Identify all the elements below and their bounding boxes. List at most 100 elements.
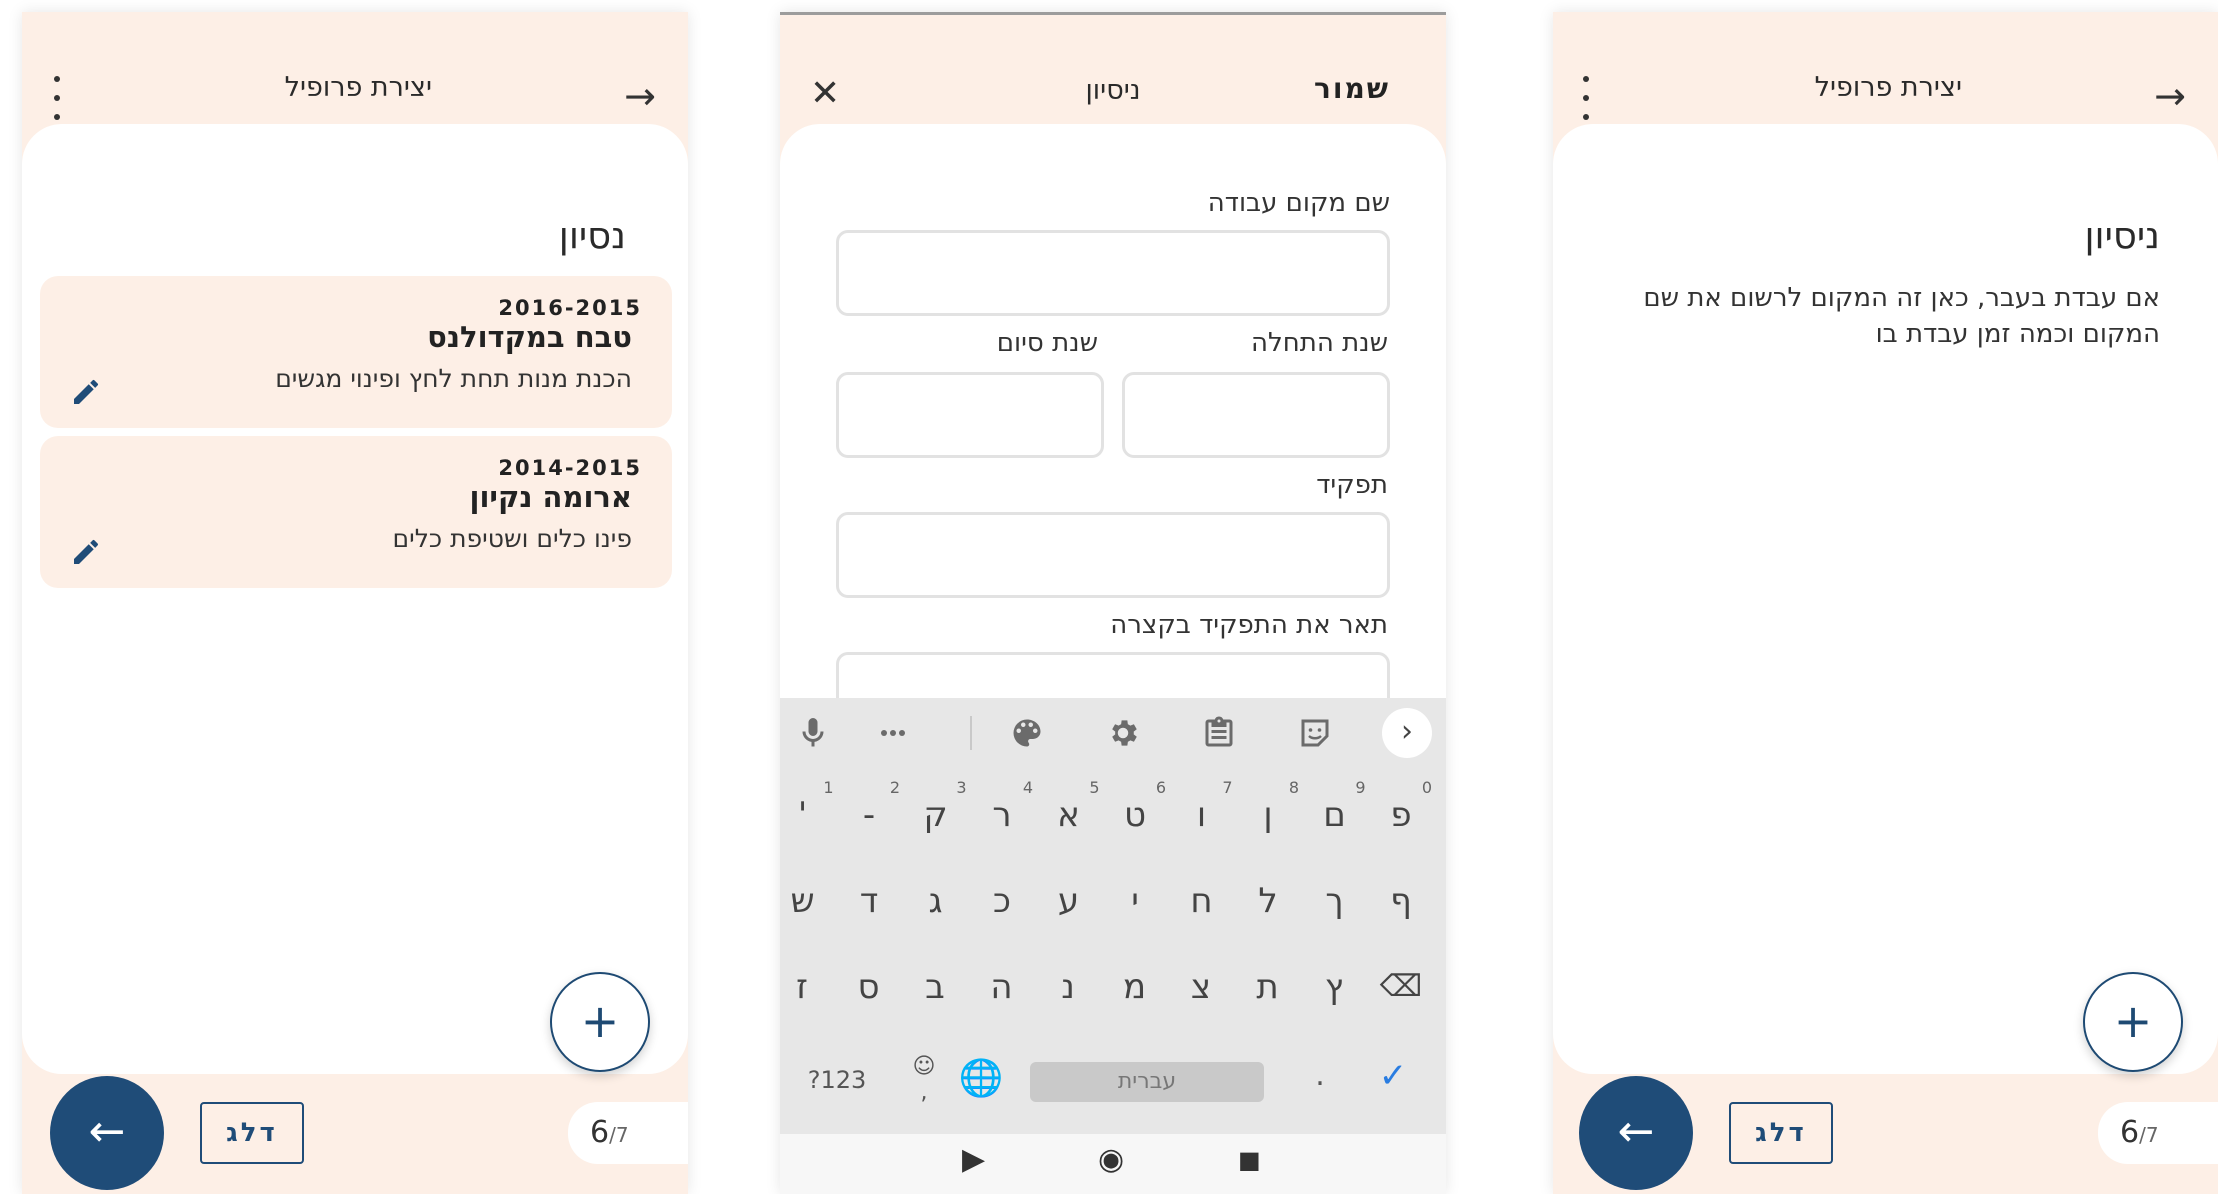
workplace-label: שם מקום עבודה bbox=[1207, 188, 1390, 218]
key-number-hint: 9 bbox=[1355, 778, 1366, 797]
key[interactable]: י bbox=[1102, 866, 1168, 936]
role-input[interactable] bbox=[836, 512, 1390, 598]
section-title: ניסיון bbox=[2084, 214, 2160, 257]
back-button[interactable]: ← bbox=[50, 1076, 164, 1190]
skip-button[interactable]: דלג bbox=[200, 1102, 304, 1164]
key-number-hint: 7 bbox=[1222, 778, 1233, 797]
key[interactable]: כ bbox=[969, 866, 1035, 936]
key-number-hint: 1 bbox=[823, 778, 834, 797]
key[interactable]: ח bbox=[1169, 866, 1235, 936]
key[interactable]: נ bbox=[1035, 952, 1101, 1022]
key[interactable]: ף bbox=[1368, 866, 1434, 936]
key[interactable]: ק3 bbox=[903, 778, 969, 850]
keyboard-toolbar: › bbox=[780, 698, 1446, 768]
key-label: א bbox=[1057, 795, 1080, 835]
onscreen-keyboard: › פ 0 ם 9 ן 8 ו 7 ט 6 א 5 ר 4 ק 3-2 ' 1 ףךלחיעכגדש ⌫ ץ ת צ מ נ… bbox=[780, 698, 1446, 1134]
key-number-hint: 2 bbox=[889, 778, 900, 797]
palette-icon[interactable] bbox=[1006, 712, 1048, 754]
globe-icon[interactable]: 🌐 bbox=[958, 1056, 1004, 1102]
key[interactable]: צ bbox=[1168, 952, 1234, 1022]
forward-arrow-icon[interactable]: → bbox=[618, 74, 662, 118]
end-year-input[interactable] bbox=[836, 372, 1104, 458]
page-title: יצירת פרופיל bbox=[284, 72, 432, 103]
experience-card[interactable]: 2016-2015 טבח במקדולנס הכנת מנות תחת לחץ… bbox=[40, 276, 672, 428]
app-bar: יצירת פרופיל → bbox=[22, 12, 688, 124]
add-experience-button[interactable]: + bbox=[2083, 972, 2183, 1072]
backspace-placeholder bbox=[804, 988, 864, 1048]
key[interactable]: ל bbox=[1235, 866, 1301, 936]
nav-back-icon[interactable]: ▶ bbox=[962, 1142, 985, 1177]
start-year-label: שנת התחלה bbox=[1250, 328, 1388, 358]
key-number-hint: 5 bbox=[1089, 778, 1100, 797]
start-year-input[interactable] bbox=[1122, 372, 1390, 458]
key-label: ו bbox=[1196, 795, 1207, 835]
page-indicator: 6/7 bbox=[2098, 1102, 2218, 1164]
key[interactable]: ן8 bbox=[1235, 778, 1301, 850]
add-experience-button[interactable]: + bbox=[550, 972, 650, 1072]
key[interactable]: פ0 bbox=[1368, 778, 1434, 850]
back-button[interactable]: ← bbox=[1579, 1076, 1693, 1190]
experience-description: הכנת מנות תחת לחץ ופינוי מגשים bbox=[275, 364, 632, 393]
symbols-key[interactable]: ?123 bbox=[802, 1058, 872, 1102]
workplace-input[interactable] bbox=[836, 230, 1390, 316]
done-check-icon[interactable]: ✓ bbox=[1370, 1054, 1416, 1098]
page-title: יצירת פרופיל bbox=[1814, 72, 1962, 103]
app-bar: יצירת פרופיל → bbox=[1553, 12, 2218, 124]
spacebar[interactable]: עברית bbox=[1030, 1062, 1264, 1102]
key-number-hint: 4 bbox=[1022, 778, 1033, 797]
backspace-icon[interactable]: ⌫ bbox=[1368, 952, 1434, 1022]
key-number-hint: 3 bbox=[956, 778, 967, 797]
key[interactable]: ע bbox=[1036, 866, 1102, 936]
key[interactable]: מ bbox=[1102, 952, 1168, 1022]
edit-pencil-icon[interactable] bbox=[70, 536, 102, 568]
toolbar-divider bbox=[970, 716, 972, 750]
key-number-hint: 6 bbox=[1155, 778, 1166, 797]
experience-place: ארומה נקיון bbox=[469, 480, 632, 514]
content-sheet: ניסיון + bbox=[1553, 124, 2218, 1074]
period-key[interactable]: . bbox=[1300, 1054, 1340, 1098]
page-indicator: 6/7 bbox=[568, 1102, 688, 1164]
emoji-comma-key[interactable]: ☺, bbox=[904, 1054, 944, 1106]
chevron-right-icon[interactable]: › bbox=[1382, 708, 1432, 758]
key[interactable]: ת bbox=[1235, 952, 1301, 1022]
key[interactable]: ב bbox=[902, 952, 968, 1022]
key[interactable]: ג bbox=[903, 866, 969, 936]
comma-key-label: , bbox=[920, 1080, 928, 1105]
key[interactable]: ץ bbox=[1301, 952, 1367, 1022]
key-label: ם bbox=[1323, 795, 1346, 835]
role-description-label: תאר את התפקיד בקצרה bbox=[1110, 610, 1388, 640]
more-options-icon[interactable] bbox=[1571, 76, 1601, 120]
page-current: 6 bbox=[590, 1115, 610, 1150]
key[interactable]: ד bbox=[836, 866, 902, 936]
microphone-icon[interactable] bbox=[792, 712, 834, 754]
key[interactable]: ם9 bbox=[1302, 778, 1368, 850]
key[interactable]: -2 bbox=[836, 778, 902, 850]
system-nav-bar: ▶ ◉ ■ bbox=[780, 1134, 1446, 1194]
sticker-icon[interactable] bbox=[1294, 712, 1336, 754]
more-options-icon[interactable] bbox=[42, 76, 72, 120]
key[interactable]: ר4 bbox=[969, 778, 1035, 850]
save-button[interactable]: שמור bbox=[1314, 72, 1390, 105]
forward-arrow-icon[interactable]: → bbox=[2148, 74, 2192, 118]
experience-years: 2016-2015 bbox=[498, 296, 642, 320]
key[interactable]: א5 bbox=[1036, 778, 1102, 850]
experience-card[interactable]: 2014-2015 ארומה נקיון פינו כלים ושטיפת כ… bbox=[40, 436, 672, 588]
key[interactable]: ט6 bbox=[1102, 778, 1168, 850]
key[interactable]: ך bbox=[1302, 866, 1368, 936]
gear-icon[interactable] bbox=[1102, 712, 1144, 754]
nav-recents-icon[interactable]: ■ bbox=[1238, 1146, 1261, 1174]
more-dots-icon[interactable] bbox=[872, 712, 914, 754]
key-number-hint: 0 bbox=[1421, 778, 1432, 797]
intro-text: אם עבדת בעבר, כאן זה המקום לרשום את שם ה… bbox=[1643, 283, 2160, 349]
experience-description: פינו כלים ושטיפת כלים bbox=[392, 524, 632, 553]
key-label: ן bbox=[1263, 795, 1273, 835]
edit-pencil-icon[interactable] bbox=[70, 376, 102, 408]
key[interactable]: ו7 bbox=[1169, 778, 1235, 850]
key[interactable]: ' 1 bbox=[780, 778, 836, 850]
key[interactable]: ה bbox=[969, 952, 1035, 1022]
page-total: /7 bbox=[609, 1123, 629, 1147]
skip-button[interactable]: דלג bbox=[1729, 1102, 1833, 1164]
clipboard-icon[interactable] bbox=[1198, 712, 1240, 754]
key[interactable]: ש bbox=[780, 866, 836, 936]
nav-home-icon[interactable]: ◉ bbox=[1098, 1142, 1124, 1177]
